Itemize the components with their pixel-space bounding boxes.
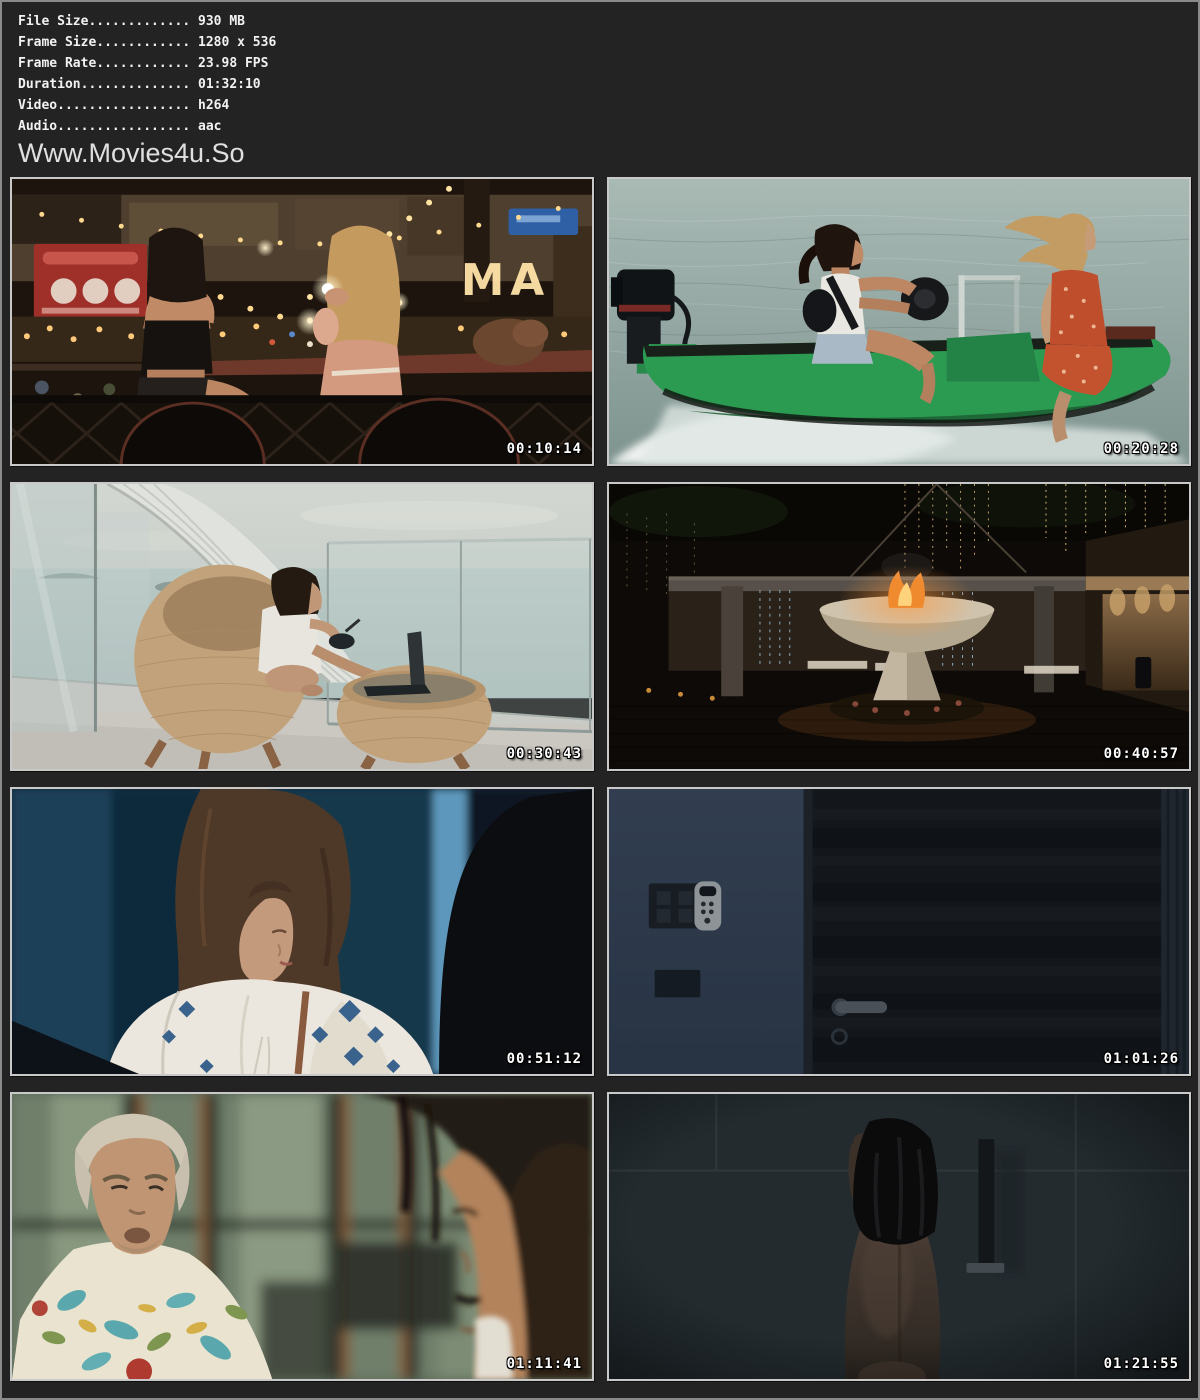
scene-balcony xyxy=(12,484,592,769)
screenshot-night-market: MA xyxy=(10,177,594,466)
meta-line-audio: Audio................. aac xyxy=(18,116,1198,137)
screenshot-courtyard: 00:40:57 xyxy=(607,482,1191,771)
scene-night-market: MA xyxy=(12,179,592,464)
meta-line-duration: Duration.............. 01:32:10 xyxy=(18,74,1198,95)
screenshot-shower: 01:21:55 xyxy=(607,1092,1191,1381)
timestamp-badge: 00:40:57 xyxy=(1104,746,1179,762)
right-building xyxy=(1086,519,1189,712)
meta-line-frame-rate: Frame Rate............ 23.98 FPS xyxy=(18,53,1198,74)
scene-two-men xyxy=(12,1094,592,1379)
lit-sign-letters: MA xyxy=(461,256,550,306)
timestamp-badge: 00:30:43 xyxy=(507,746,582,762)
red-market-banner xyxy=(34,244,147,319)
scene-motorboat xyxy=(609,179,1189,464)
meta-line-video: Video................. h264 xyxy=(18,95,1198,116)
timestamp-badge: 00:51:12 xyxy=(507,1051,582,1067)
media-preview-sheet: File Size............. 930 MB Frame Size… xyxy=(0,0,1200,1400)
blue-thai-sign xyxy=(509,208,579,235)
timestamp-badge: 00:10:14 xyxy=(507,441,582,457)
screenshot-blouse-woman: 00:51:12 xyxy=(10,787,594,1076)
screenshot-balcony: 00:30:43 xyxy=(10,482,594,771)
timestamp-badge: 01:21:55 xyxy=(1104,1356,1179,1372)
timestamp-badge: 01:01:26 xyxy=(1104,1051,1179,1067)
site-watermark: Www.Movies4u.So xyxy=(18,138,1198,168)
media-info-panel: File Size............. 930 MB Frame Size… xyxy=(2,2,1198,168)
timestamp-badge: 01:11:41 xyxy=(507,1356,582,1372)
scene-dark-door xyxy=(609,789,1189,1074)
scene-blouse-woman xyxy=(12,789,592,1074)
meta-line-file-size: File Size............. 930 MB xyxy=(18,11,1198,32)
screenshot-motorboat: 00:20:28 xyxy=(607,177,1191,466)
screenshot-grid: MA xyxy=(2,177,1198,1381)
scene-courtyard xyxy=(609,484,1189,769)
screenshot-two-men: 01:11:41 xyxy=(10,1092,594,1381)
timestamp-badge: 00:20:28 xyxy=(1104,441,1179,457)
screenshot-dark-door: 01:01:26 xyxy=(607,787,1191,1076)
scene-shower xyxy=(609,1094,1189,1379)
meta-line-frame-size: Frame Size............ 1280 x 536 xyxy=(18,32,1198,53)
